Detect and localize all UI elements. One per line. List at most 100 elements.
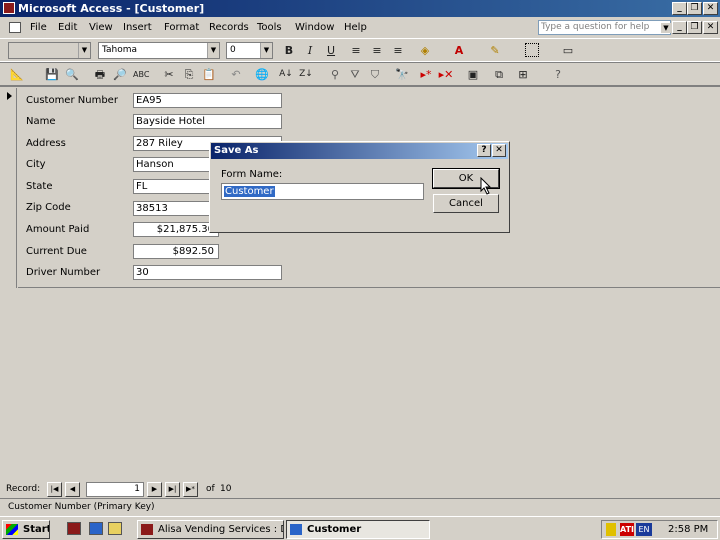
dialog-close-button[interactable]: ✕ [492, 144, 506, 157]
dialog-title-bar: Save As ? ✕ [211, 143, 508, 159]
underline-button[interactable]: U [323, 43, 339, 58]
record-selector[interactable] [2, 88, 17, 288]
menu-view[interactable]: View [89, 17, 113, 38]
sort-ascending-icon[interactable]: A↓ [278, 67, 294, 82]
label-name: Name [26, 116, 56, 127]
current-record-field[interactable]: 1 [86, 482, 144, 497]
quick-launch-access-icon[interactable] [67, 522, 81, 535]
font-size-value: 0 [230, 45, 236, 55]
form-icon [290, 524, 302, 535]
task-customer-label: Customer [307, 524, 362, 535]
menu-records[interactable]: Records [209, 17, 249, 38]
find-icon[interactable]: 🔭 [394, 67, 410, 82]
quick-launch-ie-icon[interactable] [89, 522, 103, 535]
close-button[interactable]: ✕ [703, 2, 718, 15]
last-record-button[interactable]: ▶| [165, 482, 180, 497]
font-combo[interactable]: Tahoma ▼ [98, 42, 220, 59]
form-name-input[interactable]: Customer [221, 183, 424, 200]
next-record-button[interactable]: ▶ [147, 482, 162, 497]
menu-tools[interactable]: Tools [257, 17, 282, 38]
menu-file[interactable]: File [30, 17, 47, 38]
label-customer-number: Customer Number [26, 95, 118, 106]
previous-record-button[interactable]: ◀ [65, 482, 80, 497]
menu-insert[interactable]: Insert [123, 17, 152, 38]
sort-descending-icon[interactable]: Z↓ [298, 67, 314, 82]
chevron-down-icon: ▼ [207, 43, 219, 58]
paste-icon[interactable]: 📋 [201, 67, 217, 82]
filter-by-form-icon[interactable]: ⛛ [347, 67, 363, 82]
label-amount-paid: Amount Paid [26, 224, 90, 235]
field-driver-number[interactable]: 30 [133, 265, 282, 280]
properties-icon[interactable]: ▣ [465, 67, 481, 82]
line-color-icon[interactable]: ✎ [487, 43, 503, 58]
border-icon[interactable] [525, 43, 539, 57]
align-right-icon[interactable]: ≡ [390, 43, 406, 58]
font-size-combo[interactable]: 0 ▼ [226, 42, 273, 59]
print-icon[interactable]: 🖶 [92, 67, 108, 82]
doc-close-button[interactable]: ✕ [703, 21, 718, 34]
restore-button[interactable]: ❐ [687, 2, 702, 15]
line-width-icon[interactable]: ▭ [560, 43, 576, 58]
italic-button[interactable]: I [302, 43, 318, 58]
start-button[interactable]: Start [2, 520, 50, 539]
hyperlink-icon[interactable]: 🌐 [254, 67, 270, 82]
field-amount-paid[interactable]: $21,875.30 [133, 222, 219, 237]
clock: 2:58 PM [668, 524, 709, 535]
quick-launch-outlook-icon[interactable] [108, 522, 122, 535]
first-record-button[interactable]: |◀ [47, 482, 62, 497]
align-left-icon[interactable]: ≡ [348, 43, 364, 58]
fill-color-icon[interactable]: ◈ [417, 43, 433, 58]
form-view-toolbar: 📐 💾 🔍 🖶 🔎 ABC ✂ ⎘ 📋 ↶ 🌐 A↓ Z↓ ⚲ ⛛ ⛉ 🔭 ▸*… [0, 61, 720, 86]
print-preview-icon[interactable]: 🔎 [112, 67, 128, 82]
font-color-icon[interactable]: A [451, 43, 467, 58]
label-state: State [26, 181, 53, 192]
bold-button[interactable]: B [281, 43, 297, 58]
chevron-down-icon: ▼ [78, 43, 90, 58]
label-driver-number: Driver Number [26, 267, 101, 278]
cancel-button[interactable]: Cancel [433, 194, 499, 213]
field-name[interactable]: Bayside Hotel [133, 114, 282, 129]
menu-format[interactable]: Format [164, 17, 199, 38]
filter-by-selection-icon[interactable]: ⚲ [327, 67, 343, 82]
windows-taskbar: Start Alisa Vending Services : D... Cust… [0, 516, 720, 540]
design-view-icon[interactable]: 📐 [9, 67, 25, 82]
spelling-icon[interactable]: ABC [133, 67, 149, 82]
minimize-button[interactable]: _ [672, 2, 687, 15]
form-name-value: Customer [224, 186, 275, 197]
save-as-dialog: Save As ? ✕ Form Name: Customer OK Cance… [209, 141, 510, 233]
apply-filter-icon[interactable]: ⛉ [367, 67, 383, 82]
menu-window[interactable]: Window [295, 17, 334, 38]
tray-ati-icon[interactable]: ATI [620, 523, 634, 536]
new-record-icon[interactable]: ▸* [418, 67, 434, 82]
doc-restore-button[interactable]: ❐ [687, 21, 702, 34]
help-dropdown-arrow-icon[interactable]: ▼ [661, 23, 671, 33]
dialog-help-button[interactable]: ? [477, 144, 491, 157]
tray-app-icon[interactable] [606, 523, 616, 536]
undo-icon[interactable]: ↶ [228, 67, 244, 82]
field-current-due[interactable]: $892.50 [133, 244, 219, 259]
save-icon[interactable]: 💾 [44, 67, 60, 82]
cut-icon[interactable]: ✂ [161, 67, 177, 82]
field-customer-number[interactable]: EA95 [133, 93, 282, 108]
align-center-icon[interactable]: ≡ [369, 43, 385, 58]
current-record-arrow-icon [7, 92, 12, 100]
record-navigation-bar: Record: |◀ ◀ 1 ▶ ▶| ▶* of 10 [0, 481, 720, 498]
delete-record-icon[interactable]: ▸✕ [438, 67, 454, 82]
app-title-bar: Microsoft Access - [Customer] _ ❐ ✕ [0, 0, 720, 17]
task-customer[interactable]: Customer [286, 520, 430, 539]
database-window-icon[interactable]: ⧉ [491, 67, 507, 82]
object-combo[interactable]: ▼ [8, 42, 91, 59]
copy-icon[interactable]: ⎘ [181, 67, 197, 82]
menu-edit[interactable]: Edit [58, 17, 77, 38]
file-search-icon[interactable]: 🔍 [64, 67, 80, 82]
doc-minimize-button[interactable]: _ [672, 21, 687, 34]
language-indicator[interactable]: EN [636, 523, 652, 536]
menu-help[interactable]: Help [344, 17, 367, 38]
new-object-icon[interactable]: ⊞ [515, 67, 531, 82]
help-icon[interactable]: ? [550, 67, 566, 82]
ask-question-box[interactable]: Type a question for help [538, 20, 671, 35]
access-app-icon[interactable] [3, 2, 15, 14]
form-control-menu-icon[interactable] [9, 22, 21, 33]
new-record-button[interactable]: ▶* [183, 482, 198, 497]
task-alisa-vending[interactable]: Alisa Vending Services : D... [137, 520, 284, 539]
